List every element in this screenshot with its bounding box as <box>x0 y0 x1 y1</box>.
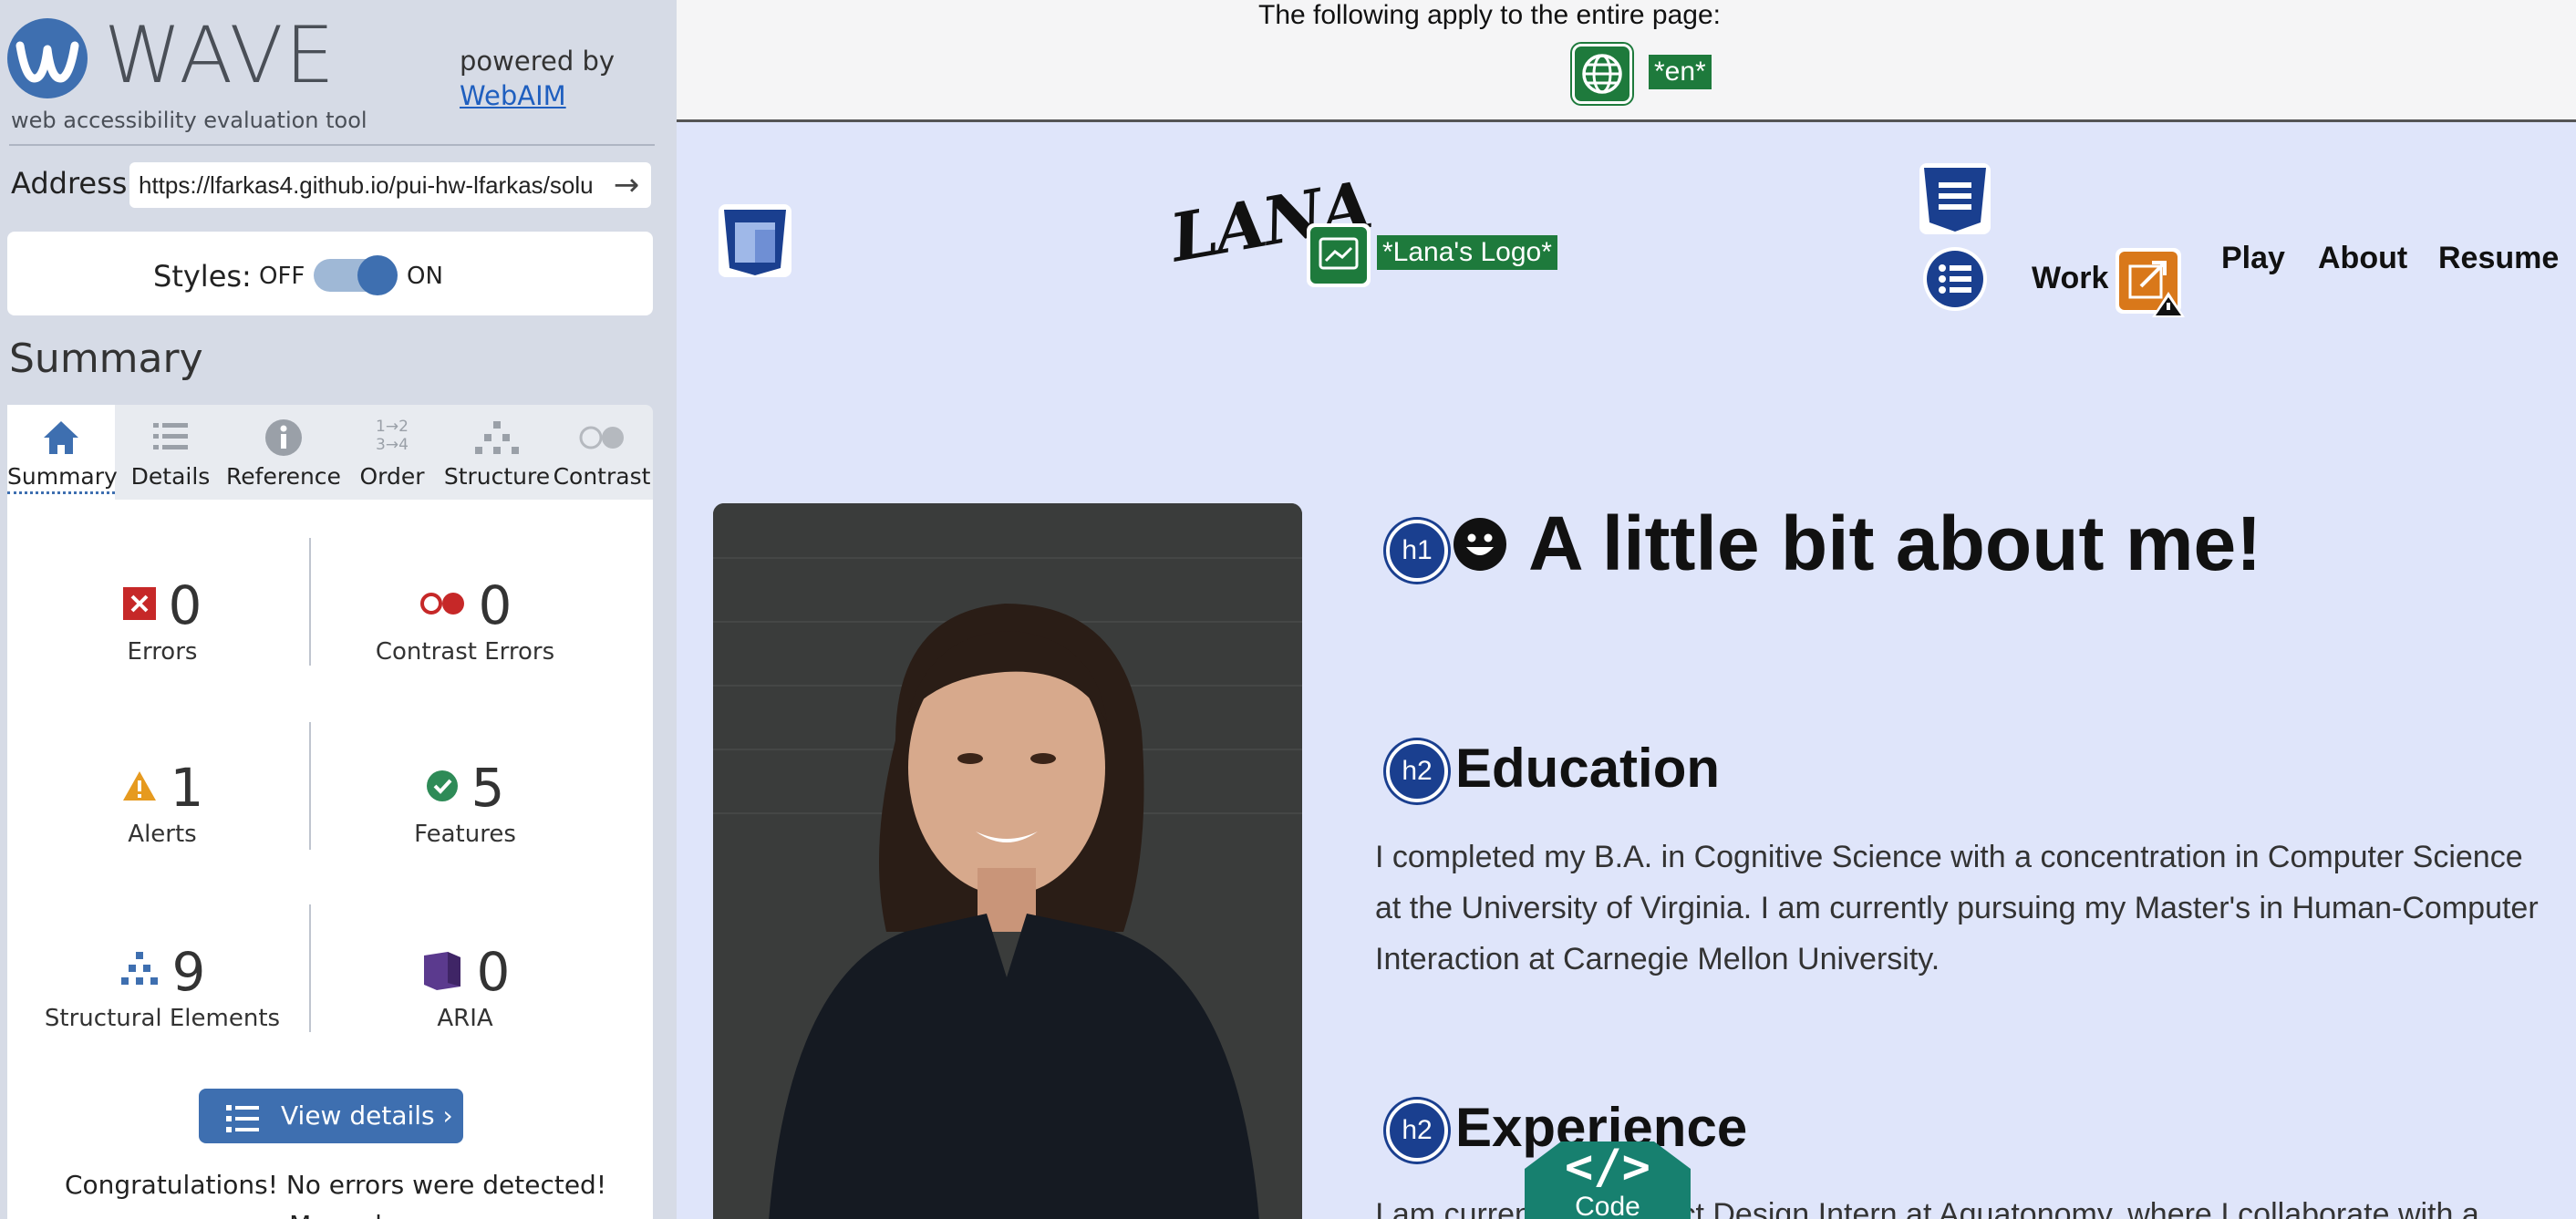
h2-badge-icon[interactable]: h2 <box>1386 740 1448 802</box>
tab-label: Contrast <box>553 463 651 490</box>
tab-reference[interactable]: Reference <box>226 405 341 500</box>
info-icon <box>226 418 341 458</box>
stat-structural-elements: 9 Structural Elements <box>7 939 317 1032</box>
tab-summary[interactable]: Summary <box>7 405 118 500</box>
h1-badge-icon[interactable]: h1 <box>1386 520 1448 582</box>
powered-by-text: powered by <box>460 46 616 77</box>
panel-tabs: Summary Details Reference 1→2 3→4 Order <box>7 405 653 500</box>
page-level-text: The following apply to the entire page: <box>1258 0 1721 30</box>
error-icon <box>122 587 156 624</box>
alerts-label: Alerts <box>128 821 197 848</box>
address-input[interactable] <box>139 162 595 208</box>
nav-link-resume[interactable]: Resume <box>2438 241 2559 276</box>
profile-photo <box>713 503 1302 1219</box>
structure-icon <box>443 418 551 458</box>
view-details-button[interactable]: View details › <box>199 1089 463 1143</box>
contrast-errors-count: 0 <box>478 574 512 636</box>
stat-aria: 0 ARIA <box>310 939 620 1032</box>
webaim-link[interactable]: WebAIM <box>460 80 566 111</box>
address-bar: → <box>129 162 651 208</box>
tab-details[interactable]: Details <box>115 405 226 500</box>
contrast-icon <box>551 418 653 458</box>
header-divider <box>9 144 655 146</box>
features-count: 5 <box>471 757 505 819</box>
errors-label: Errors <box>127 638 198 666</box>
styles-off-label: OFF <box>259 263 305 290</box>
page-heading-h1: A little bit about me! <box>1528 501 2262 586</box>
aria-label: ARIA <box>437 1005 493 1032</box>
tab-label: Reference <box>226 463 341 490</box>
structural-elements-label: Structural Elements <box>44 1005 281 1032</box>
congrats-message: Congratulations! No errors were detected… <box>64 1170 607 1219</box>
navigation-landmark-icon[interactable] <box>1919 162 1991 239</box>
styles-label: Styles: <box>153 259 252 294</box>
tab-label: Order <box>359 463 425 490</box>
structural-elements-count: 9 <box>171 941 206 1003</box>
summary-heading: Summary <box>9 336 203 382</box>
styles-toggle[interactable] <box>314 255 398 295</box>
order-icon-bottom: 3→4 <box>376 436 409 454</box>
wave-tagline: web accessibility evaluation tool <box>11 108 367 133</box>
feature-icon <box>426 770 459 806</box>
header-landmark-icon[interactable] <box>717 202 793 283</box>
logo-alt-label: *Lana's Logo* <box>1377 235 1557 270</box>
code-toggle-button[interactable]: </> Code <box>1525 1142 1691 1219</box>
styles-panel: Styles: OFF ON <box>7 232 653 315</box>
list-icon <box>115 418 226 458</box>
stat-errors: 0 Errors <box>7 573 317 666</box>
errors-count: 0 <box>168 574 202 636</box>
code-label: Code <box>1575 1192 1640 1219</box>
education-paragraph: I completed my B.A. in Cognitive Science… <box>1375 840 2539 976</box>
aria-count: 0 <box>476 941 511 1003</box>
contrast-errors-label: Contrast Errors <box>375 638 555 666</box>
page-level-banner: The following apply to the entire page: … <box>677 0 2576 122</box>
toggle-knob <box>357 255 398 295</box>
alerts-count: 1 <box>170 757 204 819</box>
tab-contrast[interactable]: Contrast <box>551 405 653 500</box>
styles-on-label: ON <box>407 263 443 290</box>
evaluated-page: The following apply to the entire page: … <box>677 0 2576 1219</box>
address-label: Address: <box>11 166 138 201</box>
language-code-label: *en* <box>1649 55 1712 89</box>
nav-link-play[interactable]: Play <box>2221 241 2285 276</box>
language-globe-icon[interactable] <box>1572 44 1632 104</box>
list-icon <box>224 1100 261 1154</box>
smiley-icon <box>1452 516 1508 573</box>
tab-label: Details <box>130 463 211 490</box>
stat-contrast-errors: 0 Contrast Errors <box>310 573 620 666</box>
order-icon-top: 1→2 <box>376 418 409 436</box>
order-icon: 1→2 3→4 <box>341 418 443 458</box>
tab-label: Structure <box>443 463 551 490</box>
stat-features: 5 Features <box>310 755 620 848</box>
wave-logo-text: WAVE <box>104 10 336 101</box>
go-arrow-icon[interactable]: → <box>611 170 642 201</box>
tab-structure[interactable]: Structure <box>443 405 551 500</box>
wave-sidebar: WAVE web accessibility evaluation tool p… <box>0 0 677 1219</box>
view-details-label: View details › <box>281 1100 453 1131</box>
aria-icon <box>420 950 464 994</box>
contrast-error-icon <box>419 591 466 620</box>
tab-label: Summary <box>7 463 118 494</box>
h2-badge-icon[interactable]: h2 <box>1386 1100 1448 1162</box>
features-label: Features <box>414 821 516 848</box>
tab-order[interactable]: 1→2 3→4 Order <box>341 405 443 500</box>
nav-link-work[interactable]: Work <box>2032 261 2108 296</box>
home-icon <box>7 418 115 458</box>
stat-alerts: 1 Alerts <box>7 755 317 848</box>
heading-education: Education <box>1455 738 1721 799</box>
linked-image-icon[interactable] <box>1306 222 1371 292</box>
structure-elements-icon <box>119 952 160 992</box>
redundant-link-alert-icon[interactable] <box>2114 246 2187 323</box>
unordered-list-icon[interactable] <box>1922 246 1988 315</box>
nav-link-about[interactable]: About <box>2318 241 2407 276</box>
alert-icon <box>121 770 158 806</box>
wave-logo-icon <box>7 18 88 98</box>
summary-card: 0 Errors 0 Contrast Errors 1 Alerts 5 Fe… <box>7 500 653 1219</box>
